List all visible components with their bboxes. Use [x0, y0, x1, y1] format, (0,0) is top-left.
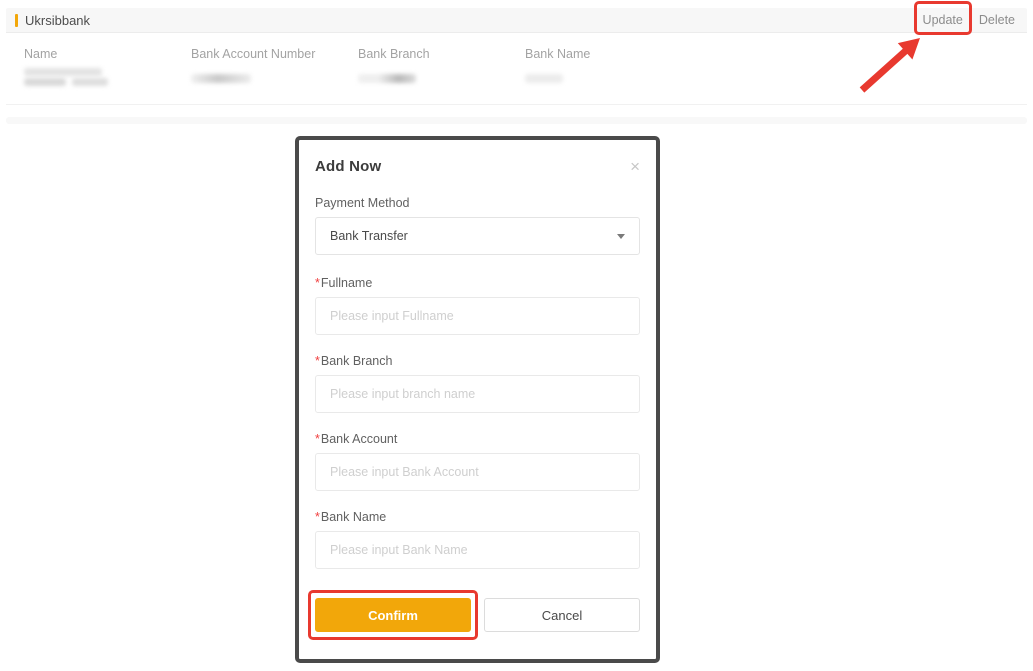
column-header-branch: Bank Branch	[358, 47, 525, 61]
bank-account-input[interactable]	[315, 453, 640, 491]
redacted-bankname-value	[525, 68, 1027, 86]
add-payment-modal: Add Now × Payment Method Bank Transfer *…	[295, 136, 660, 663]
section-title: Ukrsibbank	[25, 13, 90, 28]
payment-method-value: Bank Transfer	[330, 229, 408, 243]
bank-account-group: *Bank Account	[315, 432, 640, 491]
payment-method-select[interactable]: Bank Transfer	[315, 217, 640, 255]
modal-title: Add Now	[315, 158, 381, 175]
bank-name-group: *Bank Name	[315, 510, 640, 569]
bank-name-label: Bank Name	[321, 510, 386, 524]
table-header-row: Name Bank Account Number Bank Branch Ban…	[6, 47, 1027, 61]
table-row	[6, 68, 1027, 86]
fullname-group: *Fullname	[315, 276, 640, 335]
dropdown-caret-icon	[617, 234, 625, 239]
column-header-bankname: Bank Name	[525, 47, 1027, 61]
accent-bar-icon	[15, 14, 18, 27]
required-mark: *	[315, 432, 320, 446]
redacted-account-value	[191, 68, 358, 86]
bank-branch-group: *Bank Branch	[315, 354, 640, 413]
delete-button[interactable]: Delete	[979, 13, 1015, 27]
update-button[interactable]: Update	[923, 13, 963, 27]
bank-branch-input[interactable]	[315, 375, 640, 413]
column-header-account: Bank Account Number	[191, 47, 358, 61]
bank-name-input[interactable]	[315, 531, 640, 569]
bank-branch-label: Bank Branch	[321, 354, 393, 368]
required-mark: *	[315, 276, 320, 290]
card-header: Ukrsibbank Update Delete	[6, 8, 1027, 33]
redacted-name-value	[24, 68, 191, 86]
fullname-label: Fullname	[321, 276, 372, 290]
card-body: Name Bank Account Number Bank Branch Ban…	[6, 33, 1027, 105]
fullname-input[interactable]	[315, 297, 640, 335]
required-mark: *	[315, 510, 320, 524]
bank-account-label: Bank Account	[321, 432, 397, 446]
confirm-button[interactable]: Confirm	[315, 598, 471, 632]
close-icon[interactable]: ×	[630, 158, 640, 175]
column-header-name: Name	[24, 47, 191, 61]
payment-method-label: Payment Method	[315, 196, 640, 210]
required-mark: *	[315, 354, 320, 368]
payment-method-card: Ukrsibbank Update Delete Name Bank Accou…	[6, 8, 1027, 105]
redacted-branch-value	[358, 68, 525, 86]
card-actions: Update Delete	[923, 13, 1015, 27]
cancel-button[interactable]: Cancel	[484, 598, 640, 632]
next-section-strip	[6, 117, 1027, 124]
card-title-wrap: Ukrsibbank	[15, 13, 90, 28]
